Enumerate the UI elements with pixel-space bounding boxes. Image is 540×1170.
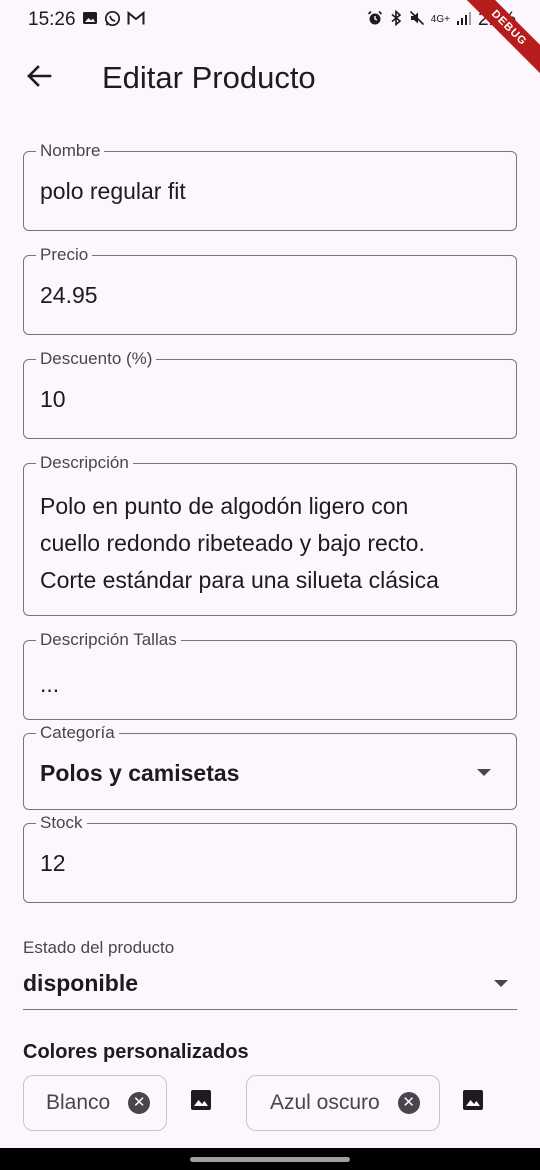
color-chip-label: Blanco <box>46 1091 111 1114</box>
categoria-label: Categoría <box>36 722 119 744</box>
back-button[interactable] <box>15 54 63 102</box>
whatsapp-icon <box>104 10 121 31</box>
color-image-button[interactable] <box>460 1089 486 1115</box>
image-icon <box>82 10 98 30</box>
descripcion-label: Descripción <box>36 452 133 474</box>
descuento-field[interactable]: Descuento (%) 10 <box>23 348 517 439</box>
status-left: 15:26 <box>28 9 145 31</box>
descripcion-field[interactable]: Descripción Polo en punto de algodón lig… <box>23 452 517 616</box>
color-chip[interactable]: Azul oscuro ✕ <box>246 1075 440 1131</box>
descripcion-tallas-field[interactable]: Descripción Tallas ... <box>23 629 517 720</box>
descripcion-line: Polo en punto de algodón ligero con <box>40 493 409 519</box>
alarm-icon <box>367 10 383 30</box>
descuento-value: 10 <box>40 386 66 412</box>
nombre-value: polo regular fit <box>40 178 186 204</box>
signal-icon <box>456 11 472 29</box>
estado-dropdown[interactable]: disponible <box>23 962 517 1010</box>
precio-field[interactable]: Precio 24.95 <box>23 244 517 335</box>
page-title: Editar Producto <box>102 60 316 95</box>
precio-value: 24.95 <box>40 282 98 308</box>
descripcion-tallas-value: ... <box>40 671 60 697</box>
descripcion-tallas-label: Descripción Tallas <box>36 629 181 651</box>
categoria-dropdown[interactable]: Categoría Polos y camisetas <box>23 722 517 810</box>
estado-value: disponible <box>23 970 138 996</box>
precio-label: Precio <box>36 244 93 266</box>
descripcion-line: cuello redondo ribeteado y bajo recto. <box>40 530 425 556</box>
image-icon <box>461 1088 485 1117</box>
image-icon <box>189 1088 213 1117</box>
descuento-label: Descuento (%) <box>36 348 157 370</box>
estado-label: Estado del producto <box>23 938 175 957</box>
gmail-icon <box>127 10 145 30</box>
close-icon[interactable]: ✕ <box>397 1092 420 1114</box>
system-nav-bar <box>0 1148 540 1170</box>
color-image-button[interactable] <box>188 1089 214 1115</box>
descripcion-line: Corte estándar para una silueta clásica <box>40 567 439 593</box>
stock-value: 12 <box>40 850 66 876</box>
app-bar: Editar Producto <box>0 40 540 116</box>
nombre-label: Nombre <box>36 140 105 162</box>
stock-field[interactable]: Stock 12 <box>23 812 517 903</box>
nombre-field[interactable]: Nombre polo regular fit <box>23 140 517 231</box>
color-chip-label: Azul oscuro <box>270 1091 380 1114</box>
home-gesture-handle[interactable] <box>190 1157 350 1162</box>
dropdown-arrow-icon <box>477 769 491 776</box>
stock-label: Stock <box>36 812 87 834</box>
bluetooth-icon <box>389 9 403 30</box>
descripcion-value: Polo en punto de algodón ligero con cuel… <box>40 488 502 599</box>
status-bar: 15:26 4G+ 21% <box>0 0 540 40</box>
dropdown-arrow-icon <box>494 980 508 987</box>
status-time: 15:26 <box>28 9 76 30</box>
categoria-value: Polos y camisetas <box>40 760 240 786</box>
arrow-back-icon <box>26 64 52 93</box>
mute-icon <box>409 10 425 30</box>
color-chip[interactable]: Blanco ✕ <box>23 1075 167 1131</box>
close-icon[interactable]: ✕ <box>128 1092 151 1114</box>
network-type: 4G+ <box>430 14 450 25</box>
colors-heading: Colores personalizados <box>23 1041 249 1063</box>
